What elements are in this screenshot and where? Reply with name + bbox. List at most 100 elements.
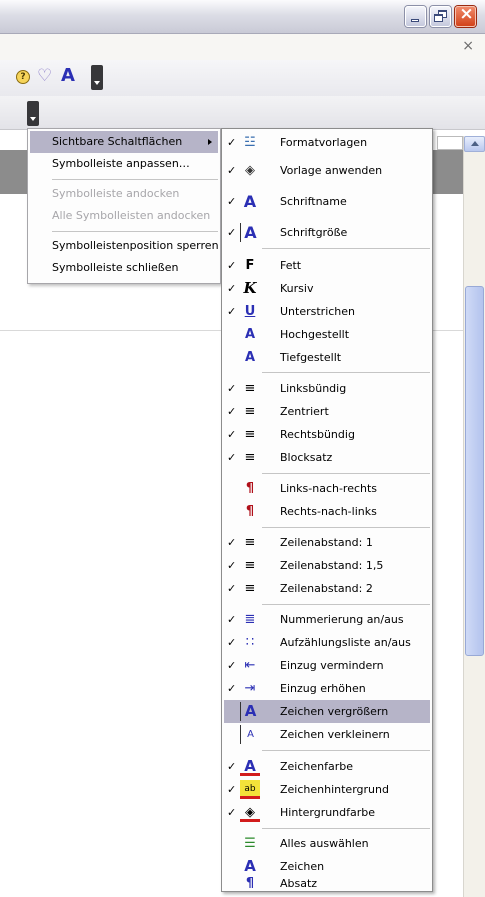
- align-right-icon: ≡: [244, 427, 256, 442]
- menu-item-lock-toolbar[interactable]: Symbolleistenposition sperren: [30, 235, 219, 257]
- font-size-icon: A: [240, 223, 260, 242]
- select-all-icon: ☰: [244, 836, 256, 851]
- submenu-item[interactable]: A Zeichen: [224, 855, 430, 878]
- check-icon: ✓: [227, 806, 237, 819]
- shrink-font-icon: A: [240, 725, 260, 744]
- submenu-item[interactable]: ✓ A Schriftgröße: [224, 221, 430, 244]
- submenu-item[interactable]: ✓ A Zeichenfarbe: [224, 755, 430, 778]
- menu-item-dock-all-toolbars: Alle Symbolleisten andocken: [30, 205, 218, 227]
- check-icon: ✓: [227, 428, 237, 441]
- check-icon: ✓: [227, 783, 237, 796]
- submenu-item[interactable]: ¶ Links-nach-rechts: [224, 477, 430, 500]
- check-icon: ✓: [227, 195, 237, 208]
- submenu-item[interactable]: ✓ ≡ Linksbündig: [224, 377, 430, 400]
- submenu-item[interactable]: ✓ ⇤ Einzug vermindern: [224, 654, 430, 677]
- submenu-item[interactable]: ✓ A Schriftname: [224, 190, 430, 213]
- font-name-icon: A: [243, 192, 257, 211]
- title-bar: ×: [0, 0, 485, 34]
- line-spacing-15-icon: ≡: [244, 558, 256, 573]
- submenu-item[interactable]: ✓ K Kursiv: [224, 277, 430, 300]
- superscript-icon: A: [244, 327, 256, 342]
- toolbar-context-menu: Sichtbare Schaltflächen Symbolleiste anp…: [27, 128, 221, 284]
- submenu-item[interactable]: ✓ ⇥ Einzug erhöhen: [224, 677, 430, 700]
- menu-bar: ×: [0, 34, 485, 60]
- menu-item-close-toolbar[interactable]: Symbolleiste schließen: [30, 257, 218, 279]
- submenu-arrow-icon: [208, 139, 212, 145]
- toolbar-secondary: [0, 96, 485, 130]
- check-icon: ✓: [227, 536, 237, 549]
- menu-separator: [262, 372, 430, 373]
- italic-icon: K: [243, 279, 257, 297]
- submenu-item[interactable]: ✓ ab Zeichenhintergrund: [224, 778, 430, 801]
- submenu-item[interactable]: ✓ ◈ Hintergrundfarbe: [224, 801, 430, 824]
- ltr-icon: ¶: [245, 481, 255, 496]
- subscript-icon: A: [244, 350, 256, 365]
- fill-format-icon: ◈: [245, 163, 255, 178]
- line-spacing-2-icon: ≡: [244, 581, 256, 596]
- check-icon: ✓: [227, 636, 237, 649]
- menu-item-label: Symbolleiste andocken: [52, 187, 180, 200]
- submenu-item[interactable]: ✓ F Fett: [224, 254, 430, 277]
- close-icon[interactable]: ×: [455, 4, 476, 27]
- increase-indent-icon: ⇥: [244, 681, 256, 696]
- decrease-indent-icon: ⇤: [244, 658, 256, 673]
- submenu-item[interactable]: ✓ U Unterstrichen: [224, 300, 430, 323]
- check-icon: ✓: [227, 451, 237, 464]
- submenu-item[interactable]: A Zeichen verkleinern: [224, 723, 430, 746]
- menu-item-label: Alle Symbolleisten andocken: [52, 209, 211, 222]
- check-icon: ✓: [227, 136, 237, 149]
- align-center-icon: ≡: [244, 404, 256, 419]
- document-close-icon[interactable]: ×: [462, 38, 474, 54]
- submenu-item[interactable]: ✓ ≡ Zeilenabstand: 1,5: [224, 554, 430, 577]
- submenu-item[interactable]: A Tiefgestellt: [224, 346, 430, 369]
- numbering-icon: ≣: [244, 612, 256, 627]
- menu-separator: [262, 527, 430, 528]
- highlight-icon: ab: [240, 780, 260, 799]
- font-color-icon: A: [240, 757, 260, 776]
- menu-item-label: Symbolleiste schließen: [52, 261, 179, 274]
- restore-icon[interactable]: [430, 6, 451, 27]
- submenu-item[interactable]: ✓ ∷ Aufzählungsliste an/aus: [224, 631, 430, 654]
- toolbar-options-chevron-2[interactable]: [27, 101, 39, 126]
- toolbar-options-chevron[interactable]: [91, 65, 103, 90]
- character-icon: A: [244, 857, 256, 875]
- help-bubble-icon[interactable]: ?: [16, 70, 30, 84]
- bold-icon: F: [245, 258, 255, 273]
- submenu-item[interactable]: ¶ Absatz: [224, 877, 430, 890]
- check-icon: ✓: [227, 259, 237, 272]
- check-icon: ✓: [227, 405, 237, 418]
- scroll-thumb[interactable]: [465, 286, 484, 656]
- minimize-icon[interactable]: [405, 6, 426, 27]
- font-color-icon[interactable]: A: [61, 65, 75, 86]
- submenu-item[interactable]: ¶ Rechts-nach-links: [224, 500, 430, 523]
- menu-separator: [262, 828, 430, 829]
- menu-separator: [262, 248, 430, 249]
- check-icon: ✓: [227, 559, 237, 572]
- check-icon: ✓: [227, 760, 237, 773]
- menu-item-visible-buttons[interactable]: Sichtbare Schaltflächen: [30, 131, 218, 153]
- ruler: [437, 136, 463, 150]
- menu-item-dock-toolbar: Symbolleiste andocken: [30, 183, 218, 205]
- menu-item-customize-toolbar[interactable]: Symbolleiste anpassen…: [30, 153, 218, 175]
- submenu-item[interactable]: ✓ ≣ Nummerierung an/aus: [224, 608, 430, 631]
- menu-item-label: Symbolleiste anpassen…: [52, 157, 190, 170]
- check-icon: ✓: [227, 659, 237, 672]
- submenu-item[interactable]: A Hochgestellt: [224, 323, 430, 346]
- submenu-item[interactable]: ✓ ☳ Formatvorlagen: [224, 131, 430, 154]
- vertical-scrollbar[interactable]: [463, 136, 485, 897]
- bullets-icon: ∷: [245, 635, 255, 650]
- submenu-item[interactable]: ✓ ≡ Zeilenabstand: 1: [224, 531, 430, 554]
- submenu-item[interactable]: ✓ ≡ Rechtsbündig: [224, 423, 430, 446]
- submenu-item[interactable]: ✓ ≡ Zentriert: [224, 400, 430, 423]
- heart-icon[interactable]: ♡: [37, 66, 52, 86]
- align-left-icon: ≡: [244, 381, 256, 396]
- scroll-up-icon[interactable]: [464, 136, 485, 152]
- submenu-item[interactable]: ✓ ◈ Vorlage anwenden: [224, 159, 430, 182]
- justify-icon: ≡: [244, 450, 256, 465]
- menu-separator: [262, 750, 430, 751]
- submenu-item-highlighted[interactable]: A Zeichen vergrößern: [224, 700, 430, 723]
- underline-icon: U: [244, 304, 256, 319]
- submenu-item[interactable]: ✓ ≡ Blocksatz: [224, 446, 430, 469]
- submenu-item[interactable]: ☰ Alles auswählen: [224, 832, 430, 855]
- submenu-item[interactable]: ✓ ≡ Zeilenabstand: 2: [224, 577, 430, 600]
